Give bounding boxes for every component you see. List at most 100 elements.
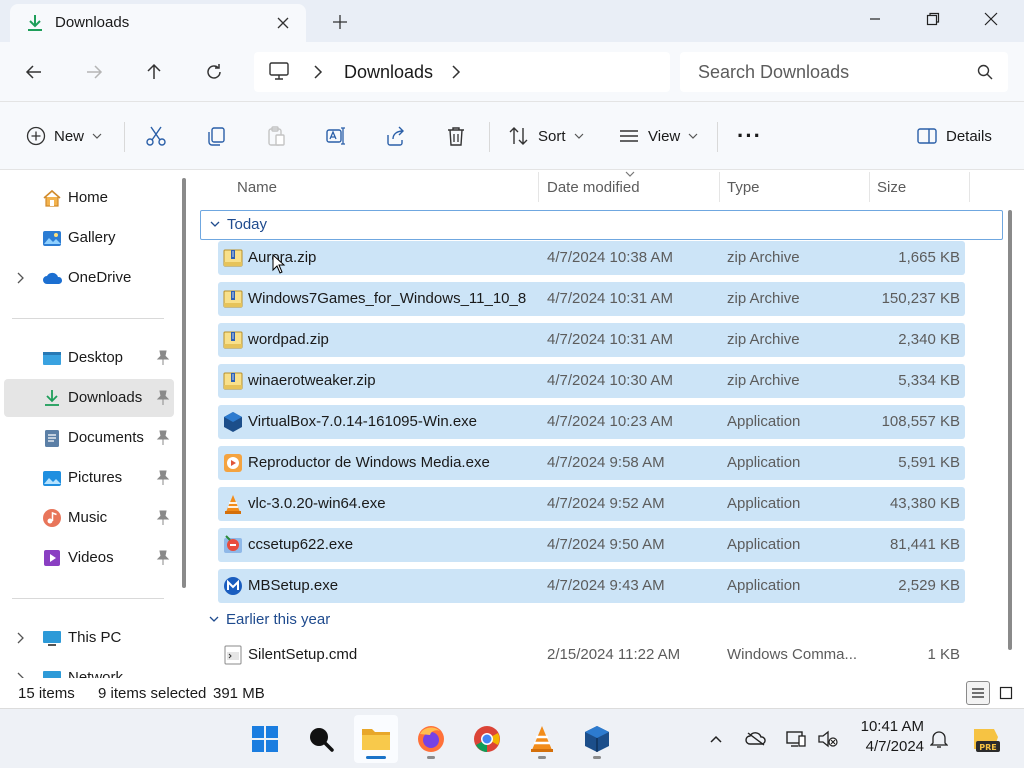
sidebar-item-music[interactable]: Music bbox=[4, 499, 174, 537]
insider-preview-button[interactable]: PRE bbox=[970, 723, 1002, 755]
chrome-taskbar-button[interactable] bbox=[465, 715, 509, 763]
up-button[interactable] bbox=[140, 58, 168, 86]
view-icon bbox=[620, 130, 638, 142]
start-button[interactable] bbox=[243, 715, 287, 763]
search-taskbar-button[interactable] bbox=[299, 715, 343, 763]
tiles-view-icon bbox=[999, 686, 1013, 700]
close-window-button[interactable] bbox=[962, 0, 1020, 38]
file-name: winaerotweaker.zip bbox=[248, 372, 376, 389]
open-indicator bbox=[538, 756, 546, 759]
column-header-name[interactable]: Name bbox=[228, 170, 538, 204]
chevron-right-icon[interactable] bbox=[312, 64, 324, 84]
view-button[interactable]: View bbox=[618, 122, 698, 150]
sidebar-scrollbar[interactable] bbox=[182, 178, 186, 588]
clock[interactable]: 10:41 AM 4/7/2024 bbox=[852, 717, 924, 757]
file-type: Windows Comma... bbox=[727, 646, 858, 663]
file-name: Reproductor de Windows Media.exe bbox=[248, 454, 490, 471]
sidebar-item-videos[interactable]: Videos bbox=[4, 539, 174, 577]
pin-icon[interactable] bbox=[156, 510, 170, 526]
sidebar-item-gallery[interactable]: Gallery bbox=[4, 219, 174, 257]
file-list-scrollbar[interactable] bbox=[1008, 210, 1012, 650]
file-row[interactable]: VirtualBox-7.0.14-161095-Win.exe 4/7/2024… bbox=[218, 405, 965, 439]
chevron-down-icon bbox=[209, 616, 219, 622]
pin-icon[interactable] bbox=[156, 430, 170, 446]
file-row[interactable]: wordpad.zip 4/7/2024 10:31 AM zip Archive 2… bbox=[218, 323, 965, 357]
sidebar-item-onedrive[interactable]: OneDrive bbox=[4, 259, 174, 297]
notifications-button[interactable] bbox=[927, 727, 951, 751]
refresh-button[interactable] bbox=[200, 58, 228, 86]
file-size: 1,665 KB bbox=[898, 249, 960, 266]
copy-button[interactable] bbox=[205, 122, 227, 150]
chevron-right-icon[interactable] bbox=[16, 271, 26, 289]
chevron-right-icon[interactable] bbox=[16, 671, 26, 678]
group-header-earlier[interactable]: Earlier this year bbox=[200, 606, 1003, 636]
vlc-icon bbox=[222, 493, 244, 515]
volume-tray-button[interactable] bbox=[816, 727, 840, 751]
tab-downloads[interactable]: Downloads bbox=[10, 4, 306, 42]
file-row[interactable]: Windows7Games_for_Windows_11_10_8.... 4/7… bbox=[218, 282, 965, 316]
chevron-right-icon[interactable] bbox=[450, 64, 462, 84]
search-input[interactable]: Search Downloads bbox=[680, 52, 1008, 92]
maximize-button[interactable] bbox=[904, 0, 962, 38]
vlc-taskbar-button[interactable] bbox=[520, 715, 564, 763]
document-icon bbox=[42, 428, 62, 448]
column-header-size[interactable]: Size bbox=[870, 170, 970, 204]
details-view-button[interactable] bbox=[966, 681, 990, 705]
file-type: Application bbox=[727, 454, 801, 471]
file-row[interactable]: MBSetup.exe 4/7/2024 9:43 AM Application 2,… bbox=[218, 569, 965, 603]
pin-icon[interactable] bbox=[156, 390, 170, 406]
sort-button[interactable]: Sort bbox=[508, 122, 584, 150]
breadcrumb-downloads[interactable]: Downloads bbox=[344, 62, 433, 83]
onedrive-tray-button[interactable] bbox=[744, 727, 768, 751]
file-row[interactable]: winaerotweaker.zip 4/7/2024 10:30 AM zip A… bbox=[218, 364, 965, 398]
sidebar-item-documents[interactable]: Documents bbox=[4, 419, 174, 457]
delete-button[interactable] bbox=[445, 122, 467, 150]
column-divider[interactable] bbox=[969, 172, 970, 202]
network-tray-button[interactable] bbox=[784, 727, 808, 751]
firefox-taskbar-button[interactable] bbox=[409, 715, 453, 763]
firefox-icon bbox=[418, 726, 444, 752]
file-size: 150,237 KB bbox=[881, 290, 960, 307]
file-row[interactable]: SilentSetup.cmd 2/15/2024 11:22 AM Windows… bbox=[218, 638, 965, 672]
new-tab-button[interactable] bbox=[328, 10, 352, 34]
more-options-button[interactable]: ··· bbox=[737, 122, 762, 150]
computer-icon[interactable] bbox=[268, 61, 290, 85]
search-icon[interactable] bbox=[976, 63, 994, 85]
forward-button[interactable] bbox=[80, 58, 108, 86]
sidebar-item-this-pc[interactable]: This PC bbox=[4, 619, 174, 657]
new-button[interactable]: New bbox=[26, 122, 102, 150]
sidebar-item-network[interactable]: Network bbox=[4, 659, 174, 678]
column-header-type[interactable]: Type bbox=[720, 170, 870, 204]
paste-button[interactable] bbox=[265, 122, 287, 150]
pin-icon[interactable] bbox=[156, 470, 170, 486]
file-row[interactable]: ccsetup622.exe 4/7/2024 9:50 AM Applicatio… bbox=[218, 528, 965, 562]
show-hidden-icons-button[interactable] bbox=[704, 727, 728, 751]
column-header-label: Date modified bbox=[547, 179, 640, 196]
file-row[interactable]: Reproductor de Windows Media.exe 4/7/2024… bbox=[218, 446, 965, 480]
sidebar-item-label: This PC bbox=[68, 629, 122, 646]
file-row[interactable]: Aurora.zip 4/7/2024 10:38 AM zip Archive 1,… bbox=[218, 241, 965, 275]
column-header-date[interactable]: Date modified bbox=[539, 170, 719, 204]
sidebar-item-downloads[interactable]: Downloads bbox=[4, 379, 174, 417]
details-button[interactable]: Details bbox=[916, 122, 992, 150]
sidebar-item-pictures[interactable]: Pictures bbox=[4, 459, 174, 497]
close-tab-icon[interactable] bbox=[272, 12, 294, 34]
file-row[interactable]: vlc-3.0.20-win64.exe 4/7/2024 9:52 AM Appl… bbox=[218, 487, 965, 521]
back-button[interactable] bbox=[20, 58, 48, 86]
virtualbox-taskbar-button[interactable] bbox=[575, 715, 619, 763]
breadcrumb[interactable]: Downloads bbox=[254, 52, 670, 92]
rename-button[interactable] bbox=[325, 122, 347, 150]
tiles-view-button[interactable] bbox=[994, 681, 1018, 705]
share-button[interactable] bbox=[385, 122, 407, 150]
cut-button[interactable] bbox=[145, 122, 167, 150]
sidebar-item-home[interactable]: Home bbox=[4, 179, 174, 217]
pin-icon[interactable] bbox=[156, 550, 170, 566]
group-header-today[interactable]: Today bbox=[200, 210, 1003, 240]
pin-icon[interactable] bbox=[156, 350, 170, 366]
chevron-right-icon[interactable] bbox=[16, 631, 26, 649]
file-date: 4/7/2024 9:58 AM bbox=[547, 454, 665, 471]
minimize-button[interactable] bbox=[846, 0, 904, 38]
new-label: New bbox=[54, 127, 85, 145]
sidebar-item-desktop[interactable]: Desktop bbox=[4, 339, 174, 377]
file-explorer-taskbar-button[interactable] bbox=[354, 715, 398, 763]
